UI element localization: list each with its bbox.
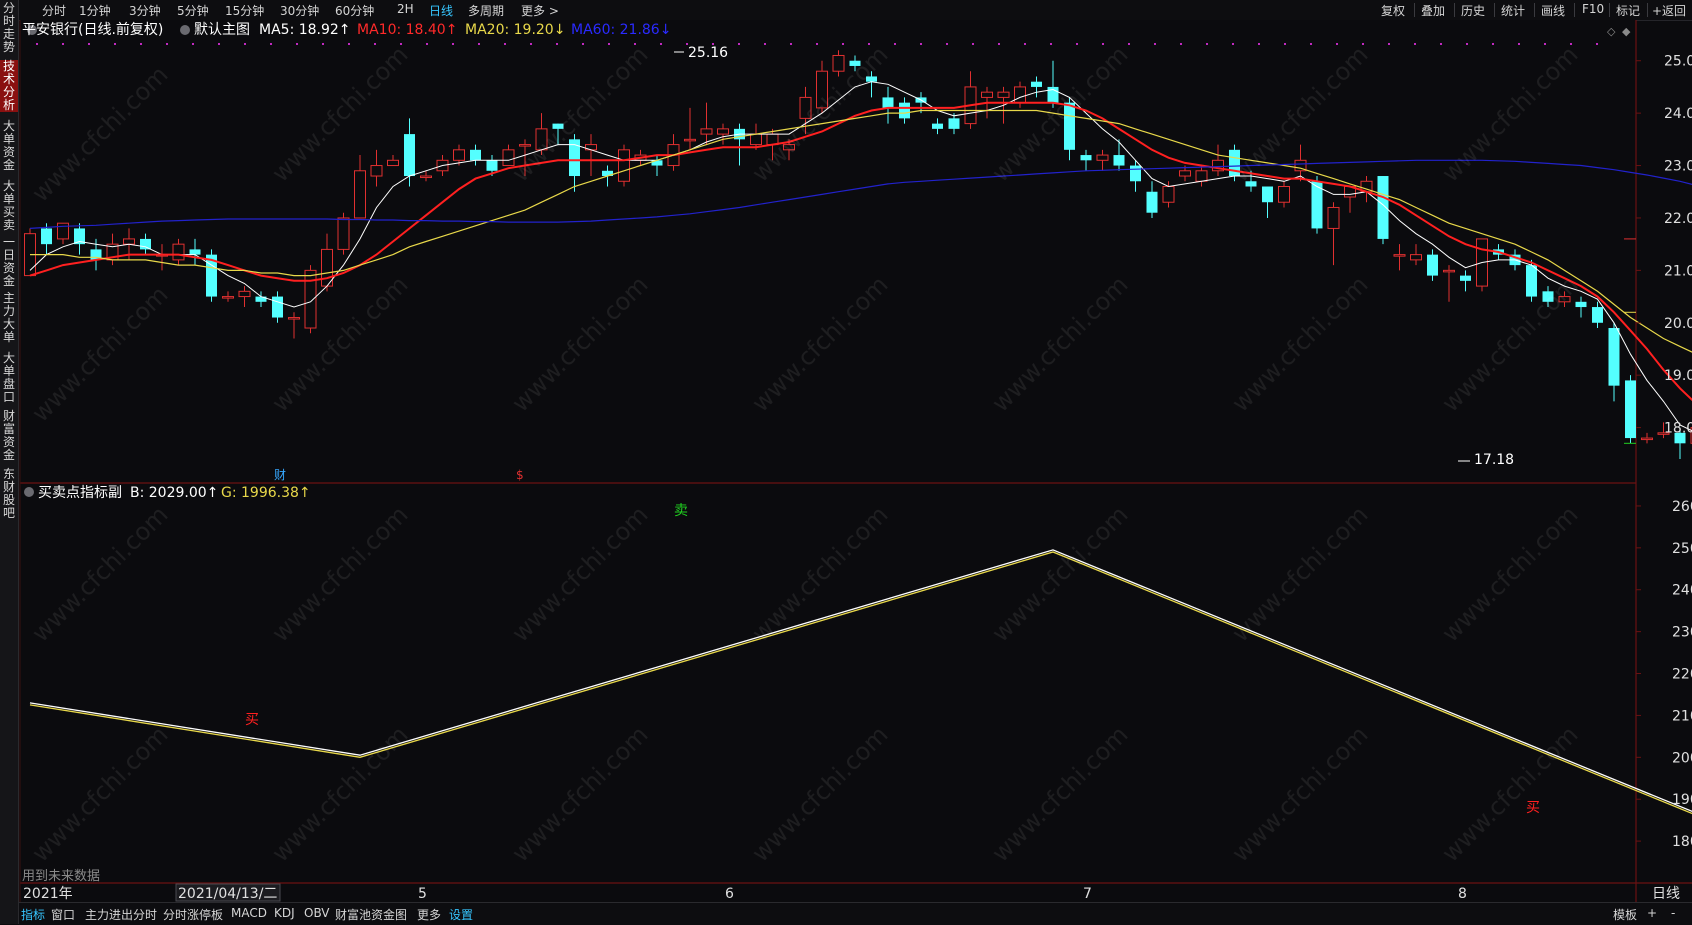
tab-caifu-pool[interactable]: 财富池资金图 — [335, 906, 407, 923]
candle — [1642, 433, 1653, 443]
candle — [1378, 176, 1389, 244]
price-tick-2: 23.00 — [1664, 159, 1692, 175]
template-button[interactable]: 模板 — [1613, 906, 1637, 923]
indicator-tick-5: 2100 — [1672, 708, 1692, 724]
buy-signal-2: 买 — [1526, 800, 1540, 816]
indicator-tick-7: 1900 — [1672, 792, 1692, 808]
price-tick-0: 25.00 — [1664, 54, 1692, 70]
tab-indicator[interactable]: 指标 — [21, 906, 45, 923]
indicator-tick-8: 1800 — [1672, 834, 1692, 850]
low-price-label: 17.18 — [1474, 452, 1514, 468]
indicator-tick-2: 2400 — [1672, 583, 1692, 599]
sell-signal: 卖 — [674, 503, 688, 519]
tab-obv[interactable]: OBV — [304, 906, 330, 920]
tab-settings[interactable]: 设置 — [449, 906, 473, 923]
indicator-tab-bar: 指标 窗口 主力进出分时 分时涨停板 MACD KDJ OBV 财富池资金图 更… — [19, 902, 1692, 925]
month-7: 7 — [1083, 886, 1092, 902]
price-tick-5: 20.00 — [1664, 316, 1692, 332]
zoom-in-button[interactable]: + — [1647, 906, 1657, 920]
price-tick-6: 19.00 — [1664, 368, 1692, 384]
ma5-label: MA5: 18.92↑ — [259, 22, 351, 38]
tab-limit-up[interactable]: 分时涨停板 — [163, 906, 223, 923]
indicator-tick-4: 2200 — [1672, 667, 1692, 683]
tab-more[interactable]: 更多 — [417, 906, 441, 923]
g-value-label: G: 1996.38↑ — [221, 485, 311, 501]
date-start: 2021年 — [23, 886, 73, 902]
caifu-mark[interactable]: 财 — [274, 468, 286, 482]
indicator-tick-3: 2300 — [1672, 625, 1692, 641]
indicator-settings-icon[interactable] — [24, 487, 34, 497]
tab-window[interactable]: 窗口 — [51, 906, 75, 923]
ma60-label: MA60: 21.86↓ — [571, 22, 671, 38]
candle — [619, 145, 630, 187]
candle — [206, 249, 217, 301]
month-5: 5 — [418, 886, 427, 902]
candle — [1477, 239, 1488, 291]
price-tick-7: 18.00 — [1664, 421, 1692, 437]
tab-main-flow[interactable]: 主力进出分时 — [85, 906, 157, 923]
zoom-out-button[interactable]: - — [1671, 906, 1675, 920]
kline-chart: 25.00 24.00 23.00 22.00 21.00 20.00 19.00 18.00… — [0, 0, 1692, 924]
price-tick-1: 24.00 — [1664, 106, 1692, 122]
stock-title: 平安银行(日线.前复权) — [22, 21, 163, 38]
month-8: 8 — [1458, 886, 1467, 902]
ma10-label: MA10: 18.40↑ — [357, 22, 457, 38]
candle — [1625, 375, 1636, 443]
indicator-tick-0: 2600 — [1672, 499, 1692, 515]
template-settings-icon[interactable] — [180, 25, 190, 35]
back-button[interactable]: 返回 — [1662, 2, 1686, 19]
candle — [1312, 176, 1323, 234]
ma20-label: MA20: 19.20↓ — [465, 22, 565, 38]
tab-kdj[interactable]: KDJ — [274, 906, 295, 920]
date-cursor: 2021/04/13/二 — [178, 886, 277, 902]
period-indicator: 日线 — [1652, 886, 1680, 902]
indicator-title[interactable]: 买卖点指标副 — [38, 485, 122, 501]
buy-signal-1: 买 — [245, 712, 259, 728]
template-label[interactable]: 默认主图 — [194, 22, 250, 38]
high-price-label: 25.16 — [688, 45, 728, 61]
diamond-outline-icon[interactable]: ◇ — [1607, 25, 1616, 38]
candle — [25, 228, 36, 275]
price-tick-3: 22.00 — [1664, 211, 1692, 227]
tab-macd[interactable]: MACD — [231, 906, 267, 920]
candle — [1526, 260, 1537, 302]
indicator-tick-1: 2500 — [1672, 541, 1692, 557]
dollar-mark[interactable]: $ — [516, 468, 524, 482]
indicator-tick-6: 2000 — [1672, 750, 1692, 766]
month-6: 6 — [725, 886, 734, 902]
b-value-label: B: 2029.00↑ — [130, 485, 218, 501]
future-data-warning: 用到未来数据 — [22, 869, 100, 884]
diamond-filled-icon[interactable]: ◆ — [1622, 25, 1631, 38]
price-tick-4: 21.00 — [1664, 263, 1692, 279]
